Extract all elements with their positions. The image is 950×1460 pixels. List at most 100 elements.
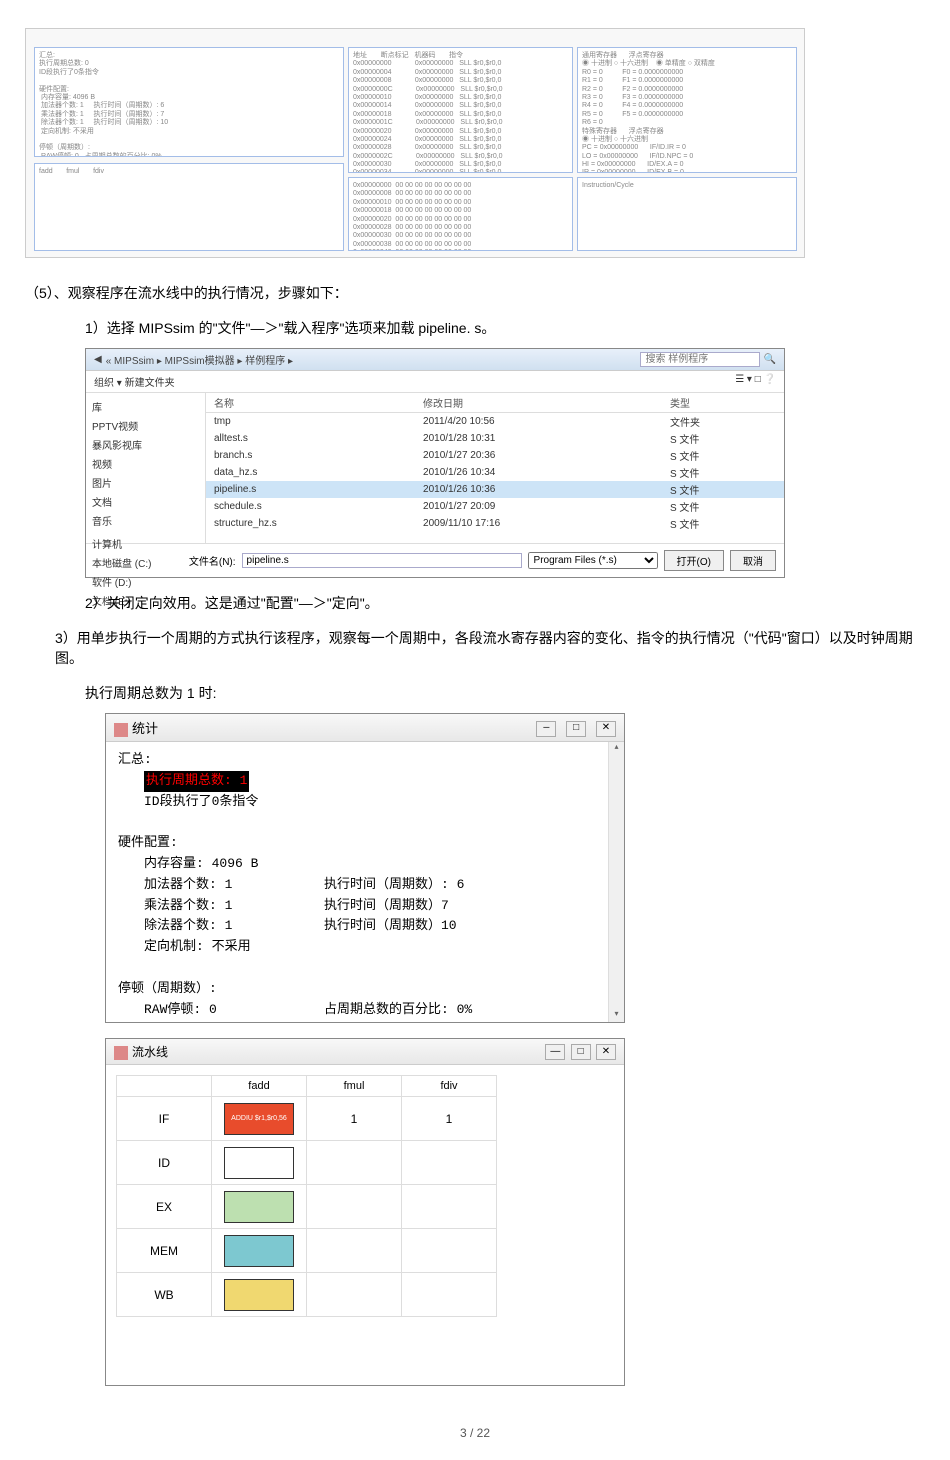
filename-label: 文件名(N): xyxy=(189,553,236,568)
id-box xyxy=(224,1147,294,1179)
stats-panel: 汇总: 执行周期总数: 0 ID段执行了0条指令 硬件配置: 内存容量: 409… xyxy=(34,47,344,157)
file-dialog-toolbar: 组织 ▾ 新建文件夹 ☰ ▾ □ ❔ xyxy=(86,371,784,393)
maximize-icon[interactable]: □ xyxy=(566,721,586,737)
minimize-icon[interactable]: — xyxy=(536,721,556,737)
scrollbar[interactable] xyxy=(608,742,624,1022)
stat-title: 统计 xyxy=(132,722,158,737)
pipeline-content: fadd fmul fdiv IF ADDIU $r1,$r0,56 1 1 I… xyxy=(106,1065,624,1385)
stats-text: 汇总: 执行周期总数: 0 ID段执行了0条指令 硬件配置: 内存容量: 409… xyxy=(39,52,339,157)
mipssim-screenshot: 汇总: 执行周期总数: 0 ID段执行了0条指令 硬件配置: 内存容量: 409… xyxy=(25,28,805,258)
toolbar-left[interactable]: 组织 ▾ 新建文件夹 xyxy=(94,374,175,389)
page-footer: 3 / 22 xyxy=(25,1426,925,1440)
file-row[interactable]: schedule.s2010/1/27 20:09S 文件 xyxy=(206,498,784,515)
adder-time: 执行时间（周期数）: 6 xyxy=(324,875,464,896)
stall-label: 停顿（周期数）: xyxy=(118,979,612,1000)
back-icon[interactable]: ◀ xyxy=(94,354,102,365)
search-input[interactable] xyxy=(640,352,760,367)
sidebar-item[interactable]: 计算机 xyxy=(92,534,199,553)
sidebar-item[interactable]: 暴风影视库 xyxy=(92,435,199,454)
wb-box xyxy=(224,1279,294,1311)
file-row[interactable]: alltest.s2010/1/28 10:31S 文件 xyxy=(206,430,784,447)
mul-time: 执行时间（周期数）7 xyxy=(324,896,449,917)
step-5-3b: 执行周期总数为 1 时: xyxy=(85,683,925,703)
id-exec: ID段执行了0条指令 xyxy=(118,792,612,813)
maximize-icon[interactable]: □ xyxy=(571,1044,591,1060)
fwd: 定向机制: 不采用 xyxy=(118,937,612,958)
code-text: 地址 断点标记 机器码 指令 0x00000000 0x00000000 SLL… xyxy=(353,52,568,173)
stage-mem-label: MEM xyxy=(117,1229,212,1273)
search-icon: 🔍 xyxy=(764,354,776,365)
col-type[interactable]: 类型 xyxy=(662,393,784,413)
step-5-2: 2）关闭定向效用。这是通过"配置"—＞"定向"。 xyxy=(85,593,925,613)
clock-panel: Instruction/Cycle xyxy=(577,177,797,251)
sidebar-item[interactable]: 音乐 xyxy=(92,511,199,530)
if-box: ADDIU $r1,$r0,56 xyxy=(224,1103,294,1135)
pipeline-titlebar: 流水线 — □ ✕ xyxy=(106,1039,624,1065)
div: 除法器个数: 1 xyxy=(144,916,324,937)
statistics-window: 统计 — □ ✕ 汇总: 执行周期总数: 1 ID段执行了0条指令 硬件配置: … xyxy=(105,713,625,1023)
exec-cycles: 执行周期总数: 1 xyxy=(144,771,249,792)
stat-titlebar: 统计 — □ ✕ xyxy=(106,714,624,742)
raw: RAW停顿: 0 xyxy=(144,1000,324,1021)
summary-label: 汇总: xyxy=(118,750,612,771)
raw-pct: 占周期总数的百分比: 0% xyxy=(324,1000,472,1021)
pipeline-title: 流水线 xyxy=(132,1045,168,1059)
step-5-heading: （5）、观察程序在流水线中的执行情况，步骤如下： xyxy=(25,283,925,303)
pipeline-window: 流水线 — □ ✕ fadd fmul fdiv IF ADDIU $r1,$r… xyxy=(105,1038,625,1386)
sidebar-item[interactable]: 图片 xyxy=(92,473,199,492)
stage-if-label: IF xyxy=(117,1097,212,1141)
col-name[interactable]: 名称 xyxy=(206,393,415,413)
file-dialog-titlebar: ◀ « MIPSsim ▸ MIPSsim模拟器 ▸ 样例程序 ▸ 🔍 xyxy=(86,349,784,371)
stat-content: 汇总: 执行周期总数: 1 ID段执行了0条指令 硬件配置: 内存容量: 409… xyxy=(106,742,624,1022)
step-5-1: 1）选择 MIPSsim 的"文件"—＞"载入程序"选项来加载 pipeline… xyxy=(85,318,925,338)
div-time: 执行时间（周期数）10 xyxy=(324,916,457,937)
search-wrapper: 🔍 xyxy=(640,352,776,367)
pipeline-headers: fadd fmul fdiv xyxy=(39,168,339,176)
sidebar-item[interactable]: 视频 xyxy=(92,454,199,473)
col-fdiv: fdiv xyxy=(402,1076,497,1097)
mul: 乘法器个数: 1 xyxy=(144,896,324,917)
app-icon xyxy=(114,723,128,737)
reg-text: 通用寄存器 浮点寄存器 ◉ 十进制 ○ 十六进制 ◉ 单精度 ○ 双精度 R0 … xyxy=(582,52,792,173)
window-buttons: — □ ✕ xyxy=(543,1043,616,1060)
mem-text: 0x00000000 00 00 00 00 00 00 00 00 0x000… xyxy=(353,182,568,251)
file-row[interactable]: structure_hz.s2009/11/10 17:16S 文件 xyxy=(206,515,784,532)
sidebar-item[interactable]: 本地磁盘 (C:) xyxy=(92,553,199,572)
fdiv-1: 1 xyxy=(402,1097,497,1141)
hw-label: 硬件配置: xyxy=(118,833,612,854)
adder: 加法器个数: 1 xyxy=(144,875,324,896)
mem-box xyxy=(224,1235,294,1267)
sidebar-item[interactable]: 软件 (D:) xyxy=(92,572,199,591)
file-row-selected[interactable]: pipeline.s2010/1/26 10:36S 文件 xyxy=(206,481,784,498)
pipeline-panel: fadd fmul fdiv xyxy=(34,163,344,251)
sidebar-item[interactable]: 文档 xyxy=(92,492,199,511)
pipeline-table: fadd fmul fdiv IF ADDIU $r1,$r0,56 1 1 I… xyxy=(116,1075,497,1317)
close-icon[interactable]: ✕ xyxy=(596,721,616,737)
clock-text: Instruction/Cycle xyxy=(582,182,792,190)
breadcrumb[interactable]: ◀ « MIPSsim ▸ MIPSsim模拟器 ▸ 样例程序 ▸ xyxy=(94,352,293,367)
code-panel: 地址 断点标记 机器码 指令 0x00000000 0x00000000 SLL… xyxy=(348,47,573,173)
open-button[interactable]: 打开(O) xyxy=(664,550,724,571)
file-list: 名称 修改日期 类型 tmp2011/4/20 10:56文件夹 alltest… xyxy=(206,393,784,543)
col-fadd: fadd xyxy=(212,1076,307,1097)
file-dialog-body: 库 PPTV视频 暴风影视库 视频 图片 文档 音乐 计算机 本地磁盘 (C:)… xyxy=(86,393,784,543)
file-row[interactable]: data_hz.s2010/1/26 10:34S 文件 xyxy=(206,464,784,481)
sidebar-item[interactable]: PPTV视频 xyxy=(92,416,199,435)
col-fmul: fmul xyxy=(307,1076,402,1097)
file-row[interactable]: branch.s2010/1/27 20:36S 文件 xyxy=(206,447,784,464)
filter-select[interactable]: Program Files (*.s) xyxy=(528,552,658,569)
fmul-1: 1 xyxy=(307,1097,402,1141)
close-icon[interactable]: ✕ xyxy=(596,1044,616,1060)
file-row[interactable]: tmp2011/4/20 10:56文件夹 xyxy=(206,413,784,431)
app-icon xyxy=(114,1046,128,1060)
col-date[interactable]: 修改日期 xyxy=(415,393,662,413)
registers-panel: 通用寄存器 浮点寄存器 ◉ 十进制 ○ 十六进制 ◉ 单精度 ○ 双精度 R0 … xyxy=(577,47,797,173)
stage-ex-label: EX xyxy=(117,1185,212,1229)
minimize-icon[interactable]: — xyxy=(545,1044,565,1060)
filename-input[interactable] xyxy=(242,553,522,568)
sidebar-item[interactable]: 库 xyxy=(92,397,199,416)
file-open-dialog: ◀ « MIPSsim ▸ MIPSsim模拟器 ▸ 样例程序 ▸ 🔍 组织 ▾… xyxy=(85,348,785,578)
file-dialog-sidebar: 库 PPTV视频 暴风影视库 视频 图片 文档 音乐 计算机 本地磁盘 (C:)… xyxy=(86,393,206,543)
stage-id-label: ID xyxy=(117,1141,212,1185)
cancel-button[interactable]: 取消 xyxy=(730,550,776,571)
